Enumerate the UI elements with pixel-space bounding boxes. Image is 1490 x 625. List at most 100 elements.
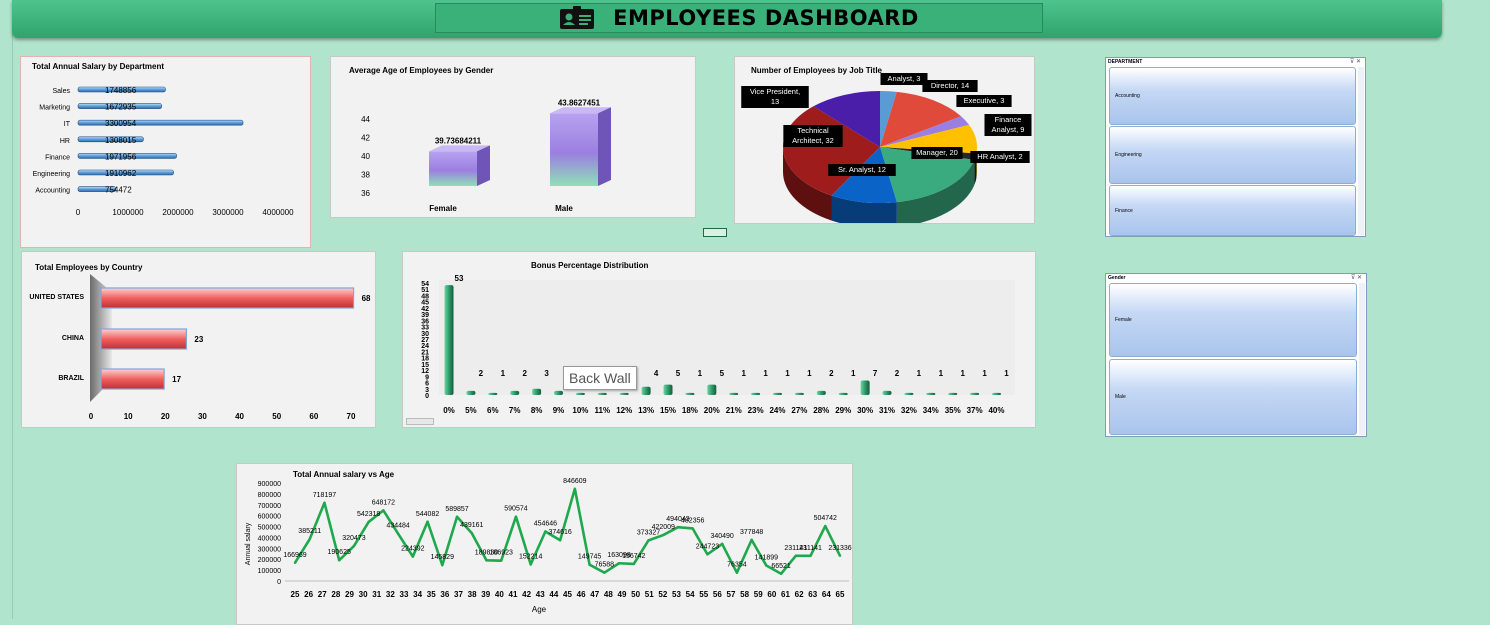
- bar: [488, 392, 498, 395]
- data-label: 1308015: [105, 136, 137, 145]
- x-tick-label: 47: [590, 590, 599, 599]
- data-label: 718197: [313, 492, 336, 499]
- data-label: 244723: [696, 543, 719, 550]
- category-label: Accounting: [35, 188, 70, 195]
- clear-filter-icon[interactable]: ⊽ ✕: [1350, 58, 1361, 65]
- x-tick-label: 42: [522, 590, 531, 599]
- data-label: 4: [654, 369, 659, 378]
- y-tick-label: 51: [421, 287, 429, 294]
- x-tick-label: 28: [331, 590, 340, 599]
- y-tick-label: 36: [361, 189, 370, 198]
- x-tick-label: 65: [836, 590, 845, 599]
- avg-age-by-gender-chart[interactable]: Average Age of Employees by Gender 36 38 4…: [330, 56, 696, 218]
- data-point: [352, 544, 356, 548]
- data-point: [573, 487, 577, 491]
- data-label: 1: [960, 369, 965, 378]
- category-label: 31%: [879, 406, 895, 415]
- bar: [100, 287, 355, 309]
- category-label: 6%: [487, 406, 499, 415]
- bar: [510, 390, 520, 395]
- employees-by-job-title-chart[interactable]: Number of Employees by Job Title Analyst…: [734, 56, 1035, 224]
- bar: [794, 392, 804, 395]
- data-label: 542318: [357, 511, 380, 518]
- x-tick-label: 52: [658, 590, 667, 599]
- data-point: [838, 554, 842, 558]
- slicer-item-engineering[interactable]: Engineering: [1109, 126, 1356, 184]
- data-label: 152214: [519, 553, 542, 560]
- bar: [597, 392, 607, 395]
- x-tick-label: 40: [495, 590, 504, 599]
- data-label: 68: [362, 294, 371, 303]
- data-point: [308, 537, 311, 541]
- bar: [904, 392, 914, 395]
- bar: [619, 392, 629, 395]
- y-tick-label: 54: [421, 281, 429, 288]
- field-button[interactable]: [406, 418, 434, 425]
- data-label: 141899: [755, 555, 778, 562]
- data-label: 53: [455, 274, 464, 283]
- department-slicer[interactable]: DEPARTMENT ⊽ ✕ Accounting Engineering Fi…: [1105, 57, 1366, 237]
- data-label: 1748856: [105, 86, 137, 95]
- y-tick-label: 3: [425, 387, 429, 394]
- slicer-item-finance[interactable]: Finance: [1109, 185, 1356, 236]
- category-label: 15%: [660, 406, 676, 415]
- category-label: Sales: [52, 88, 70, 95]
- data-label: 454646: [534, 520, 557, 527]
- x-tick-label: 63: [808, 590, 817, 599]
- data-label: 1: [741, 369, 746, 378]
- data-label: 5: [720, 369, 725, 378]
- bonus-distribution-chart[interactable]: Bonus Percentage Distribution 0 3 6 9 12 15 18…: [402, 251, 1036, 428]
- x-tick-label: 31: [372, 590, 381, 599]
- data-label: 1: [763, 369, 768, 378]
- category-label: 8%: [531, 406, 543, 415]
- data-point: [691, 527, 694, 530]
- x-tick-label: 55: [699, 590, 708, 599]
- gender-slicer[interactable]: Gender ⊽ ✕ Female Male: [1105, 273, 1367, 437]
- data-point: [323, 501, 326, 504]
- y-tick-label: 39: [421, 312, 429, 319]
- x-tick-label: 48: [604, 590, 613, 599]
- slicer-item-accounting[interactable]: Accounting: [1109, 67, 1356, 125]
- data-label: 76588: [595, 562, 615, 569]
- data-label: 5: [676, 369, 681, 378]
- slicer-item-female[interactable]: Female: [1109, 283, 1357, 357]
- data-label: 1: [785, 369, 790, 378]
- x-tick-label: 45: [563, 590, 572, 599]
- salary-vs-age-chart[interactable]: Total Annual salary vs Age 0 100000 200000…: [236, 463, 853, 625]
- bar-side: [598, 107, 611, 186]
- data-point: [647, 539, 650, 542]
- data-label: 231336: [828, 545, 851, 552]
- data-label: 17: [172, 375, 181, 384]
- x-tick-label: 1000000: [112, 208, 144, 217]
- x-tick-label: 54: [686, 590, 695, 599]
- slicer-scrollbar[interactable]: [1359, 283, 1365, 435]
- data-label: 23: [194, 335, 203, 344]
- slicer-item-male[interactable]: Male: [1109, 359, 1357, 435]
- bar: [838, 392, 848, 395]
- data-label: 156742: [622, 553, 645, 560]
- bar: [575, 392, 585, 395]
- category-label: 13%: [638, 406, 654, 415]
- data-label: 2: [522, 369, 527, 378]
- y-tick-label: 0: [277, 579, 281, 586]
- data-label: 149745: [578, 554, 601, 561]
- y-tick-label: 12: [421, 368, 429, 375]
- slicer-scrollbar[interactable]: [1358, 67, 1364, 235]
- x-tick-label: 61: [781, 590, 790, 599]
- data-point: [750, 538, 753, 542]
- slicer-header: Gender: [1108, 275, 1126, 281]
- data-point: [500, 559, 503, 562]
- x-tick-label: 36: [440, 590, 449, 599]
- data-label: 43.8627451: [558, 98, 601, 107]
- x-tick-label: 30: [198, 412, 207, 421]
- data-point: [706, 553, 709, 556]
- page-title: EMPLOYEES DASHBOARD: [613, 6, 919, 30]
- employees-by-country-chart[interactable]: Total Employees by Country UNITED STATES…: [21, 251, 376, 428]
- bar: [860, 380, 870, 395]
- data-label: Manager, 20: [916, 148, 958, 157]
- y-tick-label: 27: [421, 337, 429, 344]
- data-label: HR Analyst, 2: [977, 152, 1022, 161]
- clear-filter-icon[interactable]: ⊽ ✕: [1351, 274, 1362, 281]
- salary-by-department-chart[interactable]: Total Annual Salary by Department Sales 1…: [20, 56, 311, 248]
- bar: [773, 392, 782, 395]
